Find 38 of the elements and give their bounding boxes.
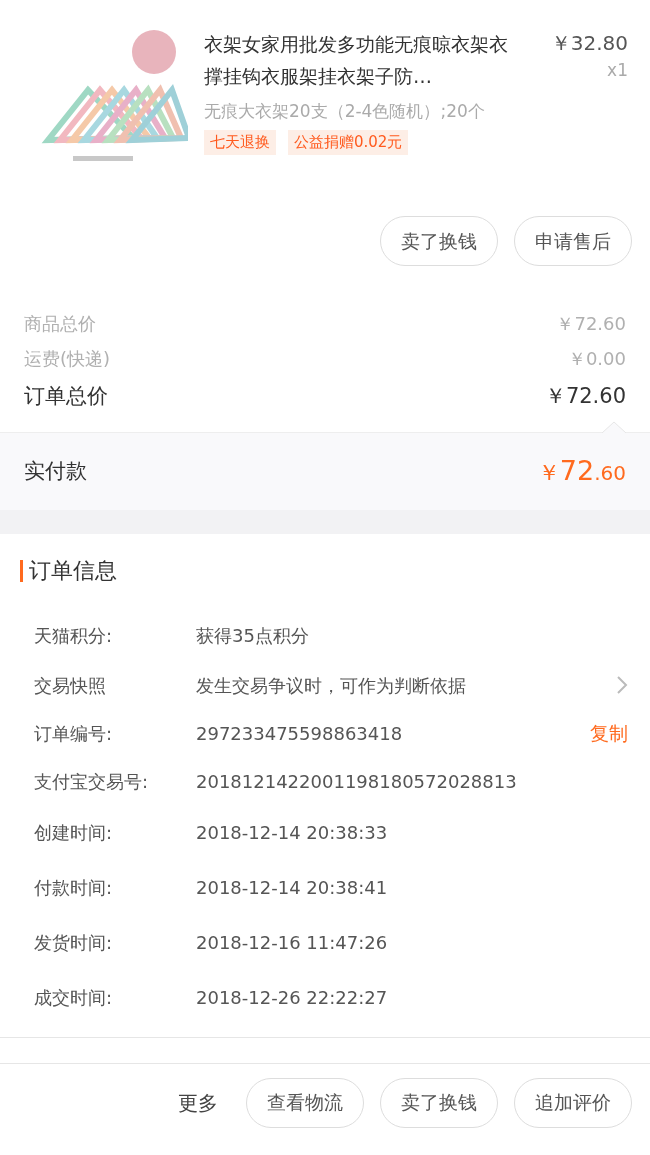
- info-value: 2018-12-14 20:38:41: [196, 876, 389, 900]
- summary-label: 商品总价: [24, 312, 96, 336]
- action-button[interactable]: 申请售后: [514, 216, 632, 266]
- product-spec: 无痕大衣架20支（2-4色随机）;20个: [204, 100, 486, 123]
- info-label: 付款时间:: [34, 876, 114, 900]
- info-value: 2018-12-16 11:47:26: [196, 931, 389, 955]
- info-value: 2018-12-26 22:22:27: [196, 986, 389, 1010]
- action-button[interactable]: 卖了换钱: [380, 216, 498, 266]
- product-price: ￥32.80: [550, 30, 628, 57]
- action-button[interactable]: 卖了换钱: [380, 1077, 498, 1128]
- info-value: 发生交易争议时，可作为判断依据: [196, 673, 467, 698]
- service-tag: 七天退换: [204, 130, 276, 155]
- paid-amount: ￥72.60: [537, 454, 626, 489]
- info-label: 发货时间:: [34, 931, 114, 955]
- info-label: 订单编号:: [34, 721, 114, 746]
- info-label: 天猫积分:: [34, 623, 114, 648]
- info-label: 成交时间:: [34, 986, 114, 1010]
- action-button[interactable]: 追加评价: [514, 1077, 632, 1128]
- summary-value: ￥0.00: [567, 347, 626, 371]
- chevron-right-icon[interactable]: [616, 675, 628, 695]
- info-label: 支付宝交易号:: [34, 769, 150, 794]
- summary-label: 运费(快递): [24, 347, 111, 371]
- info-label: 创建时间:: [34, 821, 114, 845]
- service-tag: 公益捐赠0.02元: [288, 130, 409, 155]
- info-value: 获得35点积分: [196, 623, 310, 648]
- product-title: 衣架女家用批发多功能无痕晾衣架衣撑挂钩衣服架挂衣架子防…: [204, 32, 509, 89]
- summary-value: ￥72.60: [544, 383, 626, 411]
- section-title: 订单信息: [29, 557, 117, 585]
- summary-value: ￥72.60: [556, 312, 626, 336]
- summary-label: 订单总价: [24, 383, 108, 411]
- info-value: 2018-12-14 20:38:33: [196, 821, 389, 845]
- info-value: 297233475598863418: [196, 721, 404, 746]
- quantity: x1: [607, 59, 628, 82]
- action-button[interactable]: 查看物流: [246, 1077, 364, 1128]
- paid-label: 实付款: [24, 457, 87, 485]
- info-value: 2018121422001198180572028813: [196, 769, 518, 794]
- more-button[interactable]: 更多: [178, 1087, 218, 1118]
- info-label: 交易快照: [34, 673, 107, 698]
